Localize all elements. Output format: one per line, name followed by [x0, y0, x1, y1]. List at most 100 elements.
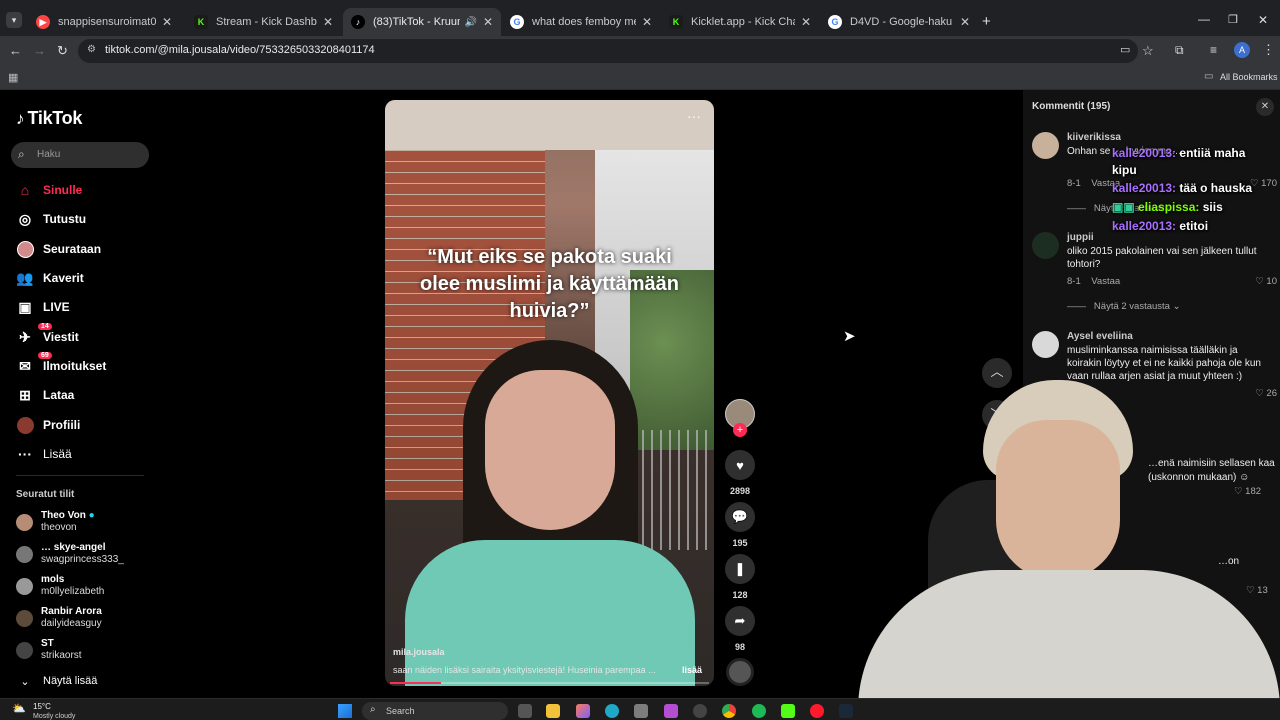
tab-label: what does femboy mean - Goo: [532, 16, 636, 28]
url-text: tiktok.com/@mila.jousala/video/753326503…: [105, 44, 375, 56]
inbox-icon: ✉: [19, 357, 31, 374]
reload-icon[interactable]: ↻: [57, 43, 68, 59]
following-item[interactable]: ST strikaorst: [16, 638, 82, 662]
tab-list-dropdown-icon[interactable]: ▾: [6, 12, 22, 28]
start-icon[interactable]: [338, 704, 352, 718]
media-icon[interactable]: ≡: [1210, 43, 1217, 57]
following-item[interactable]: … skye-angel swagprincess333_: [16, 542, 124, 566]
forward-icon[interactable]: →: [33, 43, 46, 58]
taskbar-search[interactable]: ⌕ Search: [362, 702, 508, 720]
minimize-button[interactable]: —: [1198, 12, 1210, 26]
nav-lisaa[interactable]: ··· Lisää: [16, 445, 72, 463]
reply-button[interactable]: Vastaa: [1091, 276, 1120, 287]
edge-icon[interactable]: [605, 704, 619, 718]
apps-grid-icon[interactable]: ▦: [8, 71, 18, 84]
xbox-icon[interactable]: [693, 704, 707, 718]
status-badge: 69: [38, 352, 52, 359]
opera-icon[interactable]: [810, 704, 824, 718]
file-explorer-icon[interactable]: [546, 704, 560, 718]
close-icon[interactable]: ✕: [960, 15, 970, 29]
cast-icon[interactable]: ▭: [1120, 43, 1130, 56]
search-icon: ⌕: [18, 147, 25, 161]
tab-4[interactable]: K Kicklet.app - Kick Chatbot and ✕: [661, 8, 819, 36]
tiktok-icon: ♪: [16, 108, 25, 128]
tab-1[interactable]: K Stream - Kick Dashboard ✕: [186, 8, 341, 36]
following-item[interactable]: Theo Von ● theovon: [16, 510, 95, 534]
bookmark-star-icon[interactable]: ☆: [1142, 43, 1154, 59]
more-options-icon[interactable]: ···: [687, 108, 701, 124]
following-title: Seuratut tilit: [16, 489, 75, 500]
menu-icon[interactable]: ⋮: [1262, 42, 1275, 58]
weather-temp[interactable]: 15°C: [33, 702, 51, 711]
new-tab-button[interactable]: +: [982, 13, 991, 30]
store-icon[interactable]: [634, 704, 648, 718]
avatar[interactable]: [1032, 132, 1059, 159]
video-author[interactable]: mila.jousala: [393, 647, 445, 657]
nav-tutustu[interactable]: ◎ Tutustu: [16, 210, 86, 228]
comment-button[interactable]: 💬 195: [725, 502, 755, 548]
heart-icon[interactable]: ♡: [1255, 276, 1264, 287]
creator-avatar-button[interactable]: +: [725, 399, 755, 437]
video-player[interactable]: ··· “Mut eiks se pakota suaki olee musli…: [385, 100, 714, 686]
kick-icon[interactable]: [781, 704, 795, 718]
nav-seurataan[interactable]: Seurataan: [16, 240, 101, 258]
avatar[interactable]: [1032, 232, 1059, 259]
comment-like-count[interactable]: ♡ 182: [1234, 486, 1261, 497]
nav-lataa[interactable]: ⊞ Lataa: [16, 386, 74, 404]
address-bar[interactable]: ⚙ tiktok.com/@mila.jousala/video/7533265…: [78, 39, 1138, 63]
video-more-link[interactable]: lisää: [682, 665, 702, 675]
back-icon[interactable]: ←: [9, 43, 22, 58]
comment-fragment: …enä naimisiin sellasen kaa (uskonnon mu…: [1148, 458, 1275, 483]
spotify-icon[interactable]: [752, 704, 766, 718]
all-bookmarks-link[interactable]: All Bookmarks: [1220, 72, 1278, 82]
comment-like-count[interactable]: ♡ 13: [1246, 585, 1268, 596]
video-progress-bar[interactable]: [390, 682, 709, 684]
following-item[interactable]: mols m0llyelizabeth: [16, 574, 104, 598]
tab-2[interactable]: ♪ (83)TikTok - Kruunaa päiväsi 🔊 ✕: [343, 8, 501, 36]
extensions-icon[interactable]: ⧉: [1175, 43, 1184, 58]
save-button[interactable]: ❚ 128: [725, 554, 755, 600]
close-icon[interactable]: ✕: [801, 15, 811, 29]
chrome-icon[interactable]: [722, 704, 736, 718]
view-replies-button[interactable]: —— Näytä 2 vastausta ⌄: [1067, 301, 1181, 312]
avatar[interactable]: [1032, 331, 1059, 358]
nav-viestit[interactable]: ✈ 14 Viestit: [16, 323, 79, 346]
close-comments-button[interactable]: ✕: [1256, 98, 1274, 116]
avatar[interactable]: A: [1234, 42, 1250, 58]
steam-icon[interactable]: [839, 704, 853, 718]
close-icon[interactable]: ✕: [162, 15, 172, 29]
search-input[interactable]: ⌕ Haku: [11, 142, 149, 168]
chat-badge-icon: ▣▣: [1112, 200, 1135, 214]
tab-3[interactable]: G what does femboy mean - Goo ✕: [502, 8, 660, 36]
music-disc-button[interactable]: [725, 658, 755, 686]
restore-button[interactable]: ❐: [1228, 13, 1238, 26]
close-icon[interactable]: ✕: [642, 15, 652, 29]
nav-sinulle[interactable]: ⌂ Sinulle: [16, 181, 83, 199]
nav-profiili[interactable]: Profiili: [16, 416, 80, 434]
task-view-icon[interactable]: [518, 704, 532, 718]
nav-ilmoitukset[interactable]: ✉ 69 Ilmoitukset: [16, 352, 106, 375]
close-icon[interactable]: ✕: [483, 15, 493, 29]
speaker-icon[interactable]: 🔊: [464, 17, 476, 28]
comment-item: juppii oliko 2015 pakolainen vai sen jäl…: [1032, 232, 1277, 312]
see-more-link[interactable]: ⌄ Näytä lisää: [16, 672, 97, 690]
close-icon[interactable]: ✕: [323, 15, 333, 29]
tab-5[interactable]: G D4VD - Google-haku ✕: [820, 8, 978, 36]
like-count: 2898: [729, 486, 751, 496]
copilot-icon[interactable]: [576, 704, 590, 718]
tiktok-logo[interactable]: ♪ TikTok: [16, 108, 82, 129]
nav-kaverit[interactable]: 👥 Kaverit: [16, 269, 83, 287]
app-icon[interactable]: [664, 704, 678, 718]
tiktok-icon: ♪: [351, 15, 365, 29]
nav-live[interactable]: ▣ LIVE: [16, 298, 69, 316]
weather-icon[interactable]: ⛅: [12, 702, 26, 715]
share-button[interactable]: ➦ 98: [725, 606, 755, 652]
site-info-icon[interactable]: ⚙: [87, 44, 96, 55]
tab-0[interactable]: ▶ snappisensuroimat0n ✕: [28, 8, 180, 36]
like-button[interactable]: ♥ 2898: [725, 450, 755, 496]
following-item[interactable]: Ranbir Arora dailyideasguy: [16, 606, 102, 630]
bookmark-icon: ❚: [725, 554, 755, 584]
follow-plus-icon[interactable]: +: [733, 423, 747, 437]
comments-header: Kommentit (195): [1032, 101, 1111, 112]
close-window-button[interactable]: ✕: [1258, 13, 1268, 27]
